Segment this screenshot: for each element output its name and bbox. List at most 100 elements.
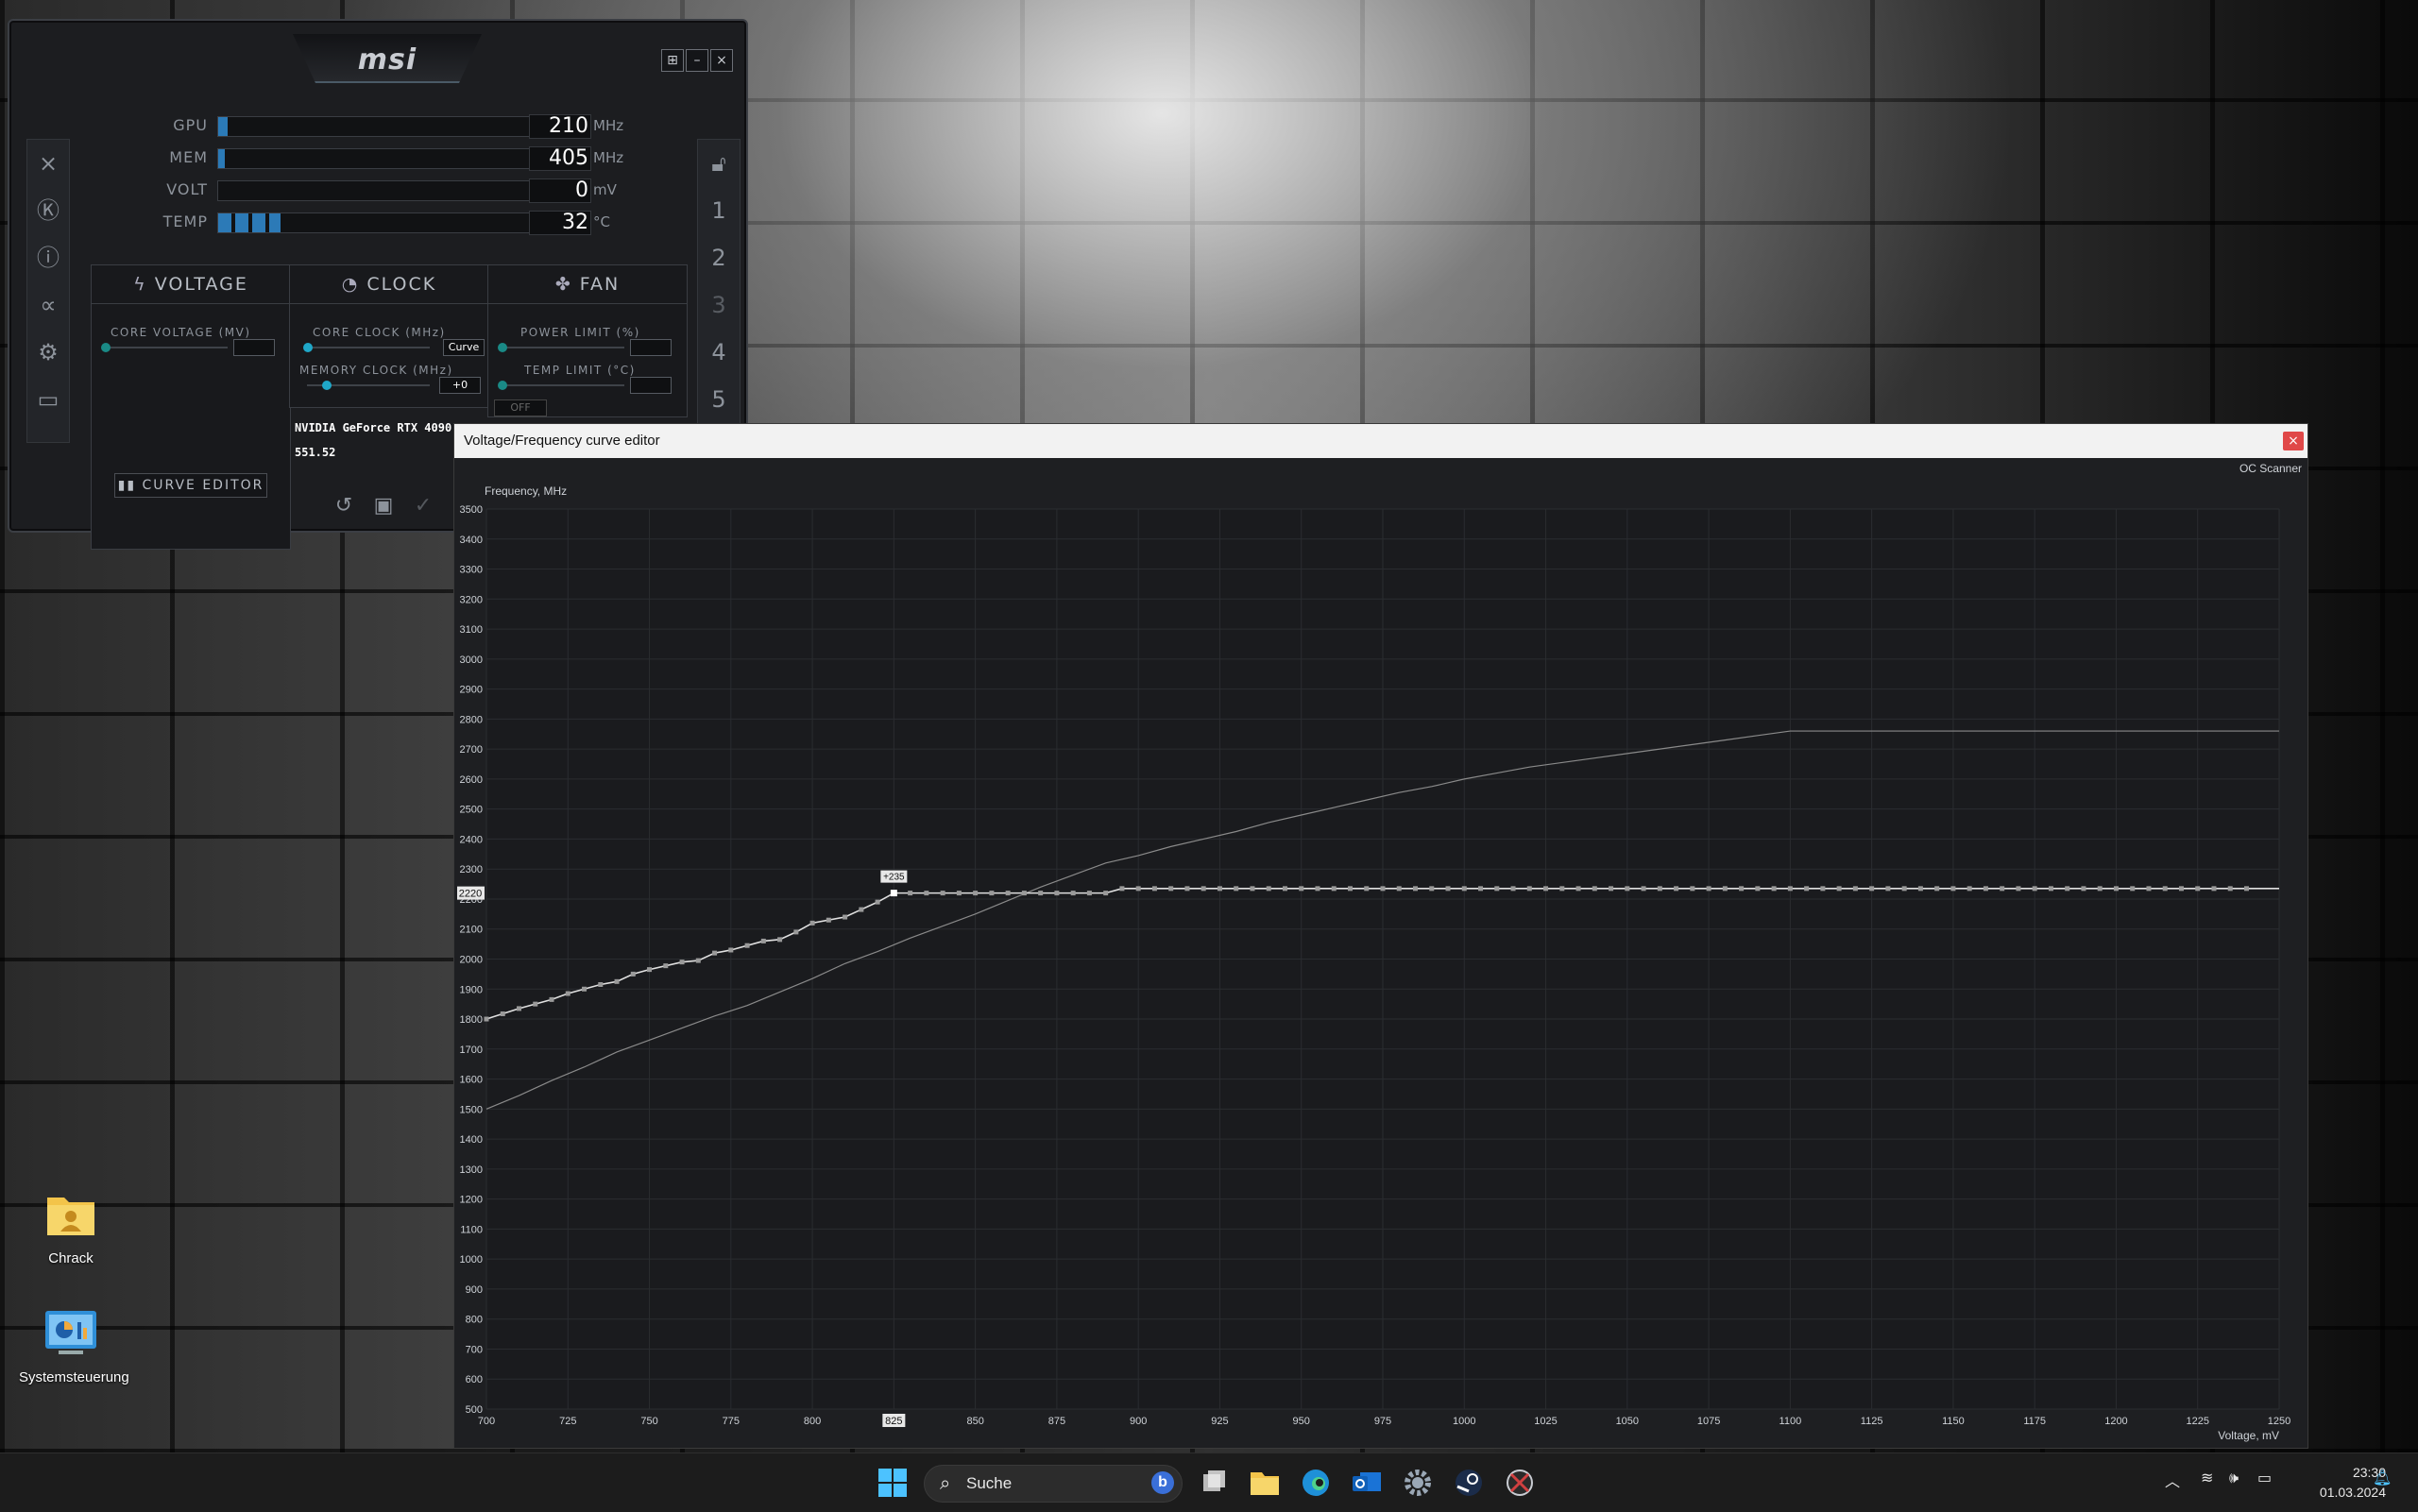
curve-point [1005,891,1011,896]
curve-point [1967,886,1972,892]
monitor-icon[interactable]: ▭ [27,376,69,423]
curve-editor-button[interactable]: ▮▮ CURVE EDITOR [114,473,267,498]
voltage-panel: ϟ VOLTAGE CORE VOLTAGE (MV) ▮▮ CURVE EDI… [91,264,291,550]
y-tick-label: 500 [466,1404,483,1416]
curve-point [549,996,554,1002]
temp-limit-label: TEMP LIMIT (°C) [524,364,636,377]
y-tick-label: 1200 [460,1195,483,1206]
profile-1-button[interactable]: 1 [698,187,740,234]
x-tick-label: 950 [1293,1416,1310,1427]
lightning-icon: ϟ [133,274,155,295]
settings-icon[interactable]: ⚙ [27,329,69,376]
desktop-icon-chrack[interactable]: Chrack [19,1188,123,1266]
y-tick-label: 1300 [460,1164,483,1176]
curve-point [1070,891,1076,896]
core-voltage-knob[interactable] [101,343,111,352]
lock-icon[interactable]: 🔓︎ [698,140,740,187]
temp-limit-value[interactable] [630,377,672,394]
curve-point [1625,886,1630,892]
profile-5-button[interactable]: 5 [698,376,740,423]
curve-point [1364,886,1370,892]
meter-unit: MHz [593,149,624,166]
curve-point [2227,886,2233,892]
volume-icon[interactable]: 🕪︎ [2229,1469,2239,1487]
core-voltage-slider[interactable] [105,347,228,348]
apply-icon[interactable]: ✓ [410,493,436,519]
curve-point [1885,886,1891,892]
curve-point [777,937,783,943]
curve-point [1168,886,1174,892]
curve-point [1804,886,1810,892]
power-limit-value[interactable] [630,339,672,356]
core-voltage-value[interactable] [233,339,275,356]
curve-point [2032,886,2037,892]
fan-auto-toggle[interactable]: OFF [494,399,547,416]
power-limit-knob[interactable] [498,343,507,352]
curve-point [1592,886,1597,892]
info-icon[interactable]: ⓘ [27,234,69,281]
meter-value: 405 [529,146,591,171]
steam-icon[interactable] [1449,1463,1489,1503]
k-boost-icon[interactable]: Ⓚ [27,187,69,234]
control-panel-icon [45,1311,96,1354]
x-tick-label: 900 [1130,1416,1147,1427]
x-tick-label: 1025 [1534,1416,1557,1427]
x-tick-label: 1225 [2186,1416,2208,1427]
curve-point [1674,886,1679,892]
speedometer-icon: ◔ [341,274,367,295]
core-clock-slider[interactable] [307,347,430,348]
curve-point [1234,886,1239,892]
show-hidden-icons-icon[interactable]: ︿ [2165,1469,2180,1491]
curve-point [1315,886,1320,892]
curve-point [1755,886,1761,892]
vf-curve-chart[interactable]: 500 600 700 800 900 1000 1100 1200 1300 1400 1500 1… [454,424,2307,1448]
curve-point [2130,886,2136,892]
core-clock-value[interactable]: Curve [443,339,485,356]
outlook-icon[interactable] [1347,1463,1387,1503]
curve-point [614,978,620,984]
curve-point [598,982,604,988]
profile-4-button[interactable]: 4 [698,329,740,376]
msi-minimize-button[interactable]: – [686,49,708,72]
curve-point [956,891,962,896]
power-limit-label: POWER LIMIT (%) [520,326,640,339]
edge-icon[interactable] [1296,1463,1336,1503]
profile-2-button[interactable]: 2 [698,234,740,281]
curve-point [2000,886,2005,892]
taskbar: ⌕ Suche b ︿ ≋ 🕪︎ ▭ 23:30 01.03.2024 🔔︎ [0,1453,2418,1512]
curve-point [1901,886,1907,892]
temp-limit-slider[interactable] [502,384,624,386]
reset-icon[interactable]: ↺ [331,493,357,519]
msi-windows-button[interactable]: ⊞ [661,49,684,72]
taskbar-search[interactable]: ⌕ Suche b [924,1465,1183,1503]
curve-point [565,991,570,996]
wifi-icon[interactable]: ≋ [2201,1469,2213,1487]
notification-bell-icon[interactable]: 🔔︎ [2373,1469,2392,1487]
memory-clock-knob[interactable] [322,381,332,390]
temp-limit-knob[interactable] [498,381,507,390]
save-icon[interactable]: ▣ [370,493,397,519]
settings-icon[interactable] [1398,1463,1438,1503]
gpu-name: NVIDIA GeForce RTX 4090 Lap [295,421,480,434]
oc-scanner-icon[interactable]: ∝ [27,281,69,329]
core-clock-knob[interactable] [303,343,313,352]
x-tick-label: 750 [640,1416,657,1427]
meter-fill [218,117,228,136]
file-explorer-icon[interactable] [1245,1463,1285,1503]
kombustor-icon[interactable]: ⨯ [27,140,69,187]
profile-3-button[interactable]: 3 [698,281,740,329]
windows-start-icon[interactable] [873,1463,912,1503]
msi-close-button[interactable]: × [710,49,733,72]
power-limit-slider[interactable] [502,347,624,348]
desktop-icon-systemsteuerung[interactable]: Systemsteuerung [19,1307,129,1385]
memory-clock-value[interactable]: +0 [439,377,481,394]
y-tick-label: 2300 [460,864,483,875]
curve-point [1559,886,1565,892]
battery-icon[interactable]: ▭ [2257,1469,2272,1487]
core-clock-label: CORE CLOCK (MHz) [313,326,446,339]
curve-point [1396,886,1402,892]
curve-point [1266,886,1271,892]
msi-afterburner-icon[interactable] [1500,1463,1540,1503]
task-view-icon[interactable] [1194,1463,1234,1503]
bing-icon[interactable]: b [1151,1471,1174,1494]
